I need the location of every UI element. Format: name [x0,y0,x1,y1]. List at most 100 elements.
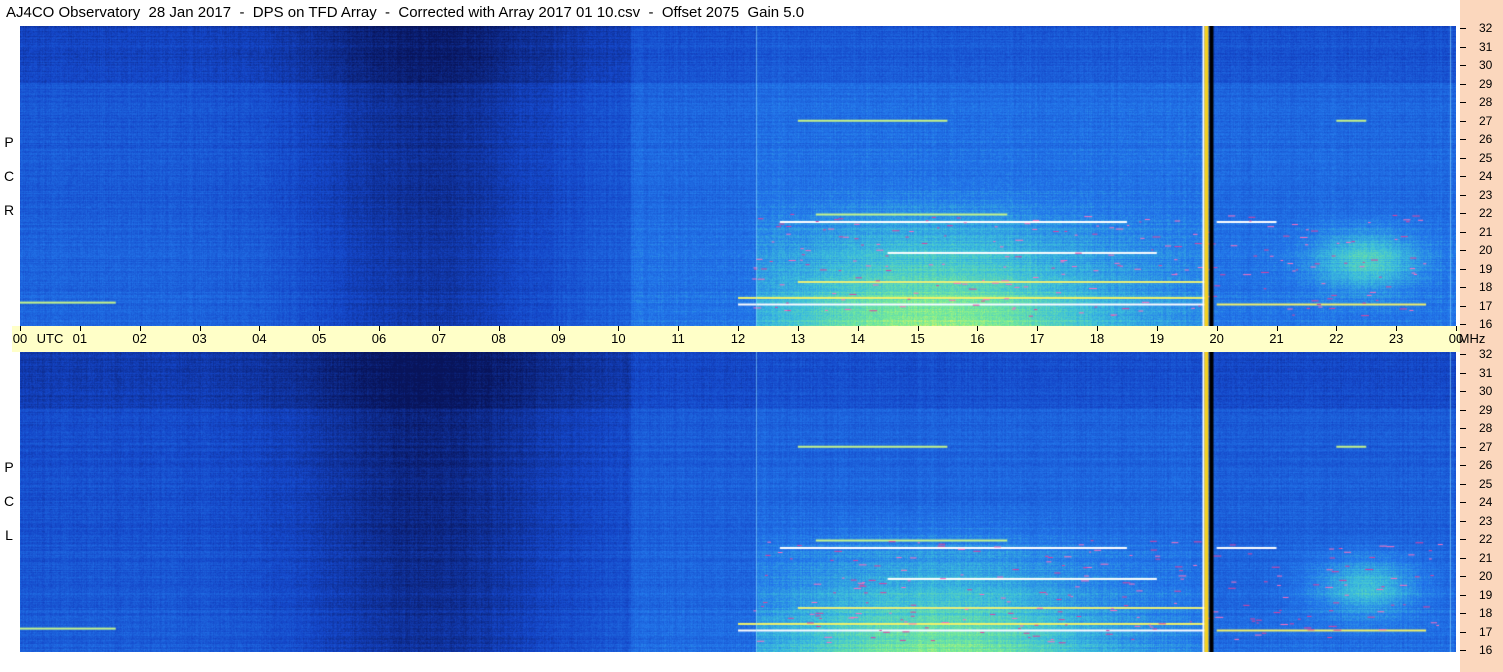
frequency-tick-label: 27 [1479,439,1493,454]
time-tick-label: 08 [491,331,506,346]
time-tick [379,326,380,331]
frequency-tick [1460,539,1466,540]
time-tick [558,326,560,331]
frequency-tick [1460,287,1466,288]
time-tick-label: 03 [192,331,207,346]
frequency-tick [1460,250,1466,251]
time-tick [797,326,799,331]
lcp-heatmap-canvas [20,352,1456,652]
time-tick [498,326,500,331]
frequency-tick [1460,46,1466,48]
time-tick [1276,326,1278,331]
frequency-tick [1460,120,1466,122]
frequency-tick-label: 30 [1479,58,1493,72]
frequency-tick-label: 21 [1479,550,1493,565]
frequency-tick [1460,557,1466,559]
frequency-tick-label: 28 [1479,421,1493,435]
rcp-label: P C R [1,125,17,227]
time-tick [259,326,261,331]
frequency-tick-label: 18 [1479,606,1493,620]
frequency-tick [1460,157,1466,159]
time-tick [738,326,739,331]
frequency-tick [1460,594,1466,596]
frequency-tick-label: 27 [1479,113,1493,128]
rcp-spectrogram [20,26,1456,326]
time-tick-label: 00 [12,331,28,346]
frequency-tick-label: 31 [1479,365,1493,380]
frequency-tick-label: 17 [1479,624,1493,639]
frequency-tick [1460,324,1466,325]
frequency-tick [1460,65,1466,66]
time-tick-label: 01 [72,331,88,346]
time-tick-label: 18 [1089,331,1105,346]
frequency-tick [1460,305,1466,307]
time-tick-label: 05 [311,331,327,346]
frequency-tick [1460,631,1466,633]
lcp-spectrogram [20,352,1456,652]
time-tick-label: 21 [1269,331,1284,346]
frequency-tick-label: 26 [1479,458,1493,472]
rcp-frequency-axis: 32 31 30 29 28 27 26 25 24 23 22 21 20 19 18 17 16 [1460,21,1503,331]
rcp-heatmap-canvas [20,26,1456,326]
time-tick [79,326,81,331]
time-unit-label: UTC [36,331,64,346]
frequency-tick-label: 19 [1479,587,1493,602]
frequency-tick [1460,268,1466,270]
frequency-tick-label: 20 [1479,243,1493,257]
time-tick-label: 04 [252,331,267,346]
frequency-tick-label: 23 [1479,513,1493,528]
frequency-tick [1460,483,1466,485]
time-tick-label: 20 [1209,331,1224,346]
frequency-tick-label: 23 [1479,187,1493,202]
time-tick-label: 15 [910,331,925,346]
frequency-tick [1460,502,1466,503]
frequency-tick [1460,354,1466,355]
time-tick [1456,326,1457,331]
time-tick [977,326,979,331]
frequency-tick-label: 18 [1479,280,1493,294]
rcp-letter-p: R [3,202,15,218]
time-tick-label: 22 [1329,331,1344,346]
time-tick [199,326,201,331]
time-tick [139,326,141,331]
frequency-tick-label: 29 [1479,402,1493,417]
time-tick-label: 11 [671,331,685,346]
frequency-tick [1460,28,1466,29]
time-tick [917,326,919,331]
frequency-tick [1460,102,1466,103]
frequency-tick-label: 32 [1479,21,1493,35]
time-tick-label: 06 [371,331,387,346]
frequency-tick-label: 28 [1479,95,1493,109]
frequency-tick-label: 24 [1479,169,1493,183]
frequency-tick-label: 19 [1479,261,1493,276]
frequency-tick [1460,576,1466,577]
frequency-tick [1460,194,1466,196]
frequency-tick-label: 32 [1479,347,1493,361]
frequency-tick [1460,391,1466,392]
lcp-letter-l: P [4,459,14,475]
frequency-tick [1460,372,1466,374]
time-tick [438,326,440,331]
frequency-tick-label: 31 [1479,39,1493,54]
frequency-tick [1460,139,1466,140]
rcp-letter-r: P [4,134,14,150]
time-axis: 00 UTC 01 02 03 04 05 06 07 08 09 10 11 12 13 14 15 16 17 1… [12,326,1485,352]
frequency-tick-label: 26 [1479,132,1493,146]
frequency-tick [1460,520,1466,522]
time-tick [1396,326,1398,331]
lcp-letter-p: L [5,527,13,543]
frequency-tick-label: 22 [1479,206,1493,220]
frequency-tick-label: 22 [1479,532,1493,546]
frequency-tick [1460,650,1466,651]
frequency-tick-label: 25 [1479,476,1493,491]
time-tick-label: 09 [551,331,566,346]
frequency-tick [1460,213,1466,214]
time-tick [678,326,680,331]
time-tick-label: 16 [970,331,985,346]
time-tick [618,326,620,331]
frequency-tick-label: 20 [1479,569,1493,583]
time-tick [1336,326,1338,331]
frequency-tick [1460,465,1466,466]
frequency-tick [1460,176,1466,177]
time-tick-label: 10 [611,331,626,346]
